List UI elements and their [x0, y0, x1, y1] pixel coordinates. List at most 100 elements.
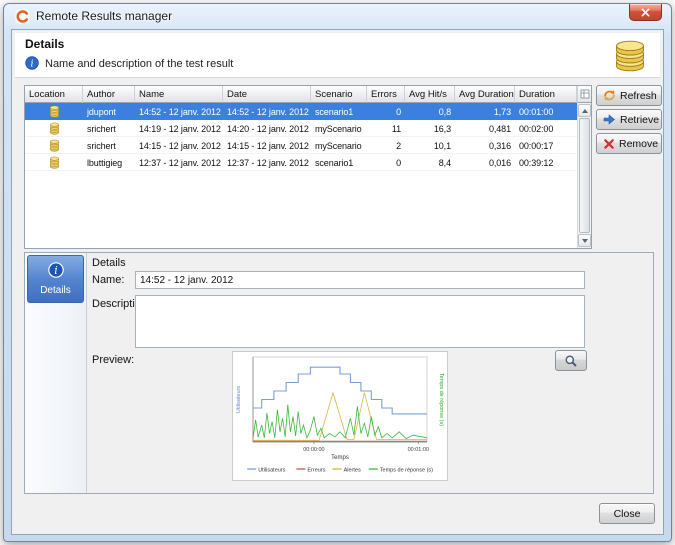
cell-errors[interactable]: 0 [367, 103, 405, 120]
retrieve-icon [603, 113, 616, 126]
cell-scenario[interactable]: myScenario [311, 120, 367, 137]
svg-text:Utilisateurs: Utilisateurs [258, 468, 285, 474]
info-icon: i [48, 262, 64, 283]
magnifier-icon [564, 354, 578, 368]
table-row[interactable]: srichert14:19 - 12 janv. 201214:20 - 12 … [25, 120, 577, 137]
table-body: jdupont14:52 - 12 janv. 201214:52 - 12 j… [25, 103, 577, 248]
cell-name[interactable]: 14:52 - 12 janv. 2012 [135, 103, 223, 120]
dialog-client-area: Details i Name and description of the te… [11, 29, 664, 535]
cell-avg_hits[interactable]: 16,3 [405, 120, 455, 137]
column-header-duration[interactable]: Duration [515, 86, 577, 103]
cell-duration[interactable]: 00:00:17 [515, 137, 577, 154]
tab-details[interactable]: i Details [27, 255, 84, 303]
cell-avg_hits[interactable]: 0,8 [405, 103, 455, 120]
retrieve-button[interactable]: Retrieve [596, 109, 662, 130]
info-icon: i [25, 56, 39, 70]
close-button[interactable]: Close [599, 503, 655, 524]
header-subtitle: Name and description of the test result [45, 58, 233, 70]
close-icon [641, 8, 650, 17]
cell-name[interactable]: 12:37 - 12 janv. 2012 [135, 154, 223, 171]
remove-button[interactable]: Remove [596, 133, 662, 154]
refresh-button-label: Refresh [620, 90, 657, 102]
cell-duration[interactable]: 00:02:00 [515, 120, 577, 137]
header-panel: Details i Name and description of the te… [15, 33, 660, 78]
cell-errors[interactable]: 0 [367, 154, 405, 171]
cell-duration[interactable]: 00:01:00 [515, 103, 577, 120]
column-header-scenario[interactable]: Scenario [311, 86, 367, 103]
svg-text:00:01:00: 00:01:00 [408, 447, 429, 453]
close-button-label: Close [614, 508, 641, 520]
remove-icon [603, 138, 615, 150]
table-settings-button[interactable] [577, 86, 591, 103]
details-panel: i Details Details Name: Description: Pre… [24, 252, 654, 494]
window-close-button[interactable] [629, 4, 662, 21]
cell-avg_duration[interactable]: 1,73 [455, 103, 515, 120]
table-row[interactable]: jdupont14:52 - 12 janv. 201214:52 - 12 j… [25, 103, 577, 120]
cell-duration[interactable]: 00:39:12 [515, 154, 577, 171]
svg-text:Alertes: Alertes [344, 468, 361, 474]
column-header-errors[interactable]: Errors [367, 86, 405, 103]
name-field[interactable] [135, 271, 585, 289]
cell-location[interactable] [25, 120, 83, 137]
window-title: Remote Results manager [36, 9, 172, 23]
db-icon [48, 156, 61, 169]
cell-name[interactable]: 14:19 - 12 janv. 2012 [135, 120, 223, 137]
cell-errors[interactable]: 2 [367, 137, 405, 154]
cell-avg_hits[interactable]: 8,4 [405, 154, 455, 171]
refresh-button[interactable]: Refresh [596, 85, 662, 106]
results-table: LocationAuthorNameDateScenarioErrorsAvg … [24, 85, 592, 249]
column-header-name[interactable]: Name [135, 86, 223, 103]
column-header-location[interactable]: Location [25, 86, 83, 103]
column-header-date[interactable]: Date [223, 86, 311, 103]
name-label: Name: [92, 274, 124, 286]
cell-date[interactable]: 14:20 - 12 janv. 2012 [223, 120, 311, 137]
scroll-up-arrow-icon[interactable] [578, 104, 591, 117]
cell-errors[interactable]: 11 [367, 120, 405, 137]
scroll-down-arrow-icon[interactable] [578, 234, 591, 247]
cell-author[interactable]: srichert [83, 120, 135, 137]
vertical-scrollbar[interactable] [577, 103, 591, 248]
table-row[interactable]: lbuttigieg12:37 - 12 janv. 201212:37 - 1… [25, 154, 577, 171]
cell-date[interactable]: 14:15 - 12 janv. 2012 [223, 137, 311, 154]
cell-author[interactable]: jdupont [83, 103, 135, 120]
svg-text:i: i [30, 59, 33, 70]
database-icon [612, 39, 648, 73]
cell-location[interactable] [25, 154, 83, 171]
cell-scenario[interactable]: scenario1 [311, 103, 367, 120]
zoom-preview-button[interactable] [555, 350, 587, 371]
svg-text:Erreurs: Erreurs [307, 468, 325, 474]
cell-date[interactable]: 12:37 - 12 janv. 2012 [223, 154, 311, 171]
svg-text:i: i [54, 264, 57, 277]
table-row[interactable]: srichert14:15 - 12 janv. 201214:15 - 12 … [25, 137, 577, 154]
scrollbar-thumb[interactable] [579, 118, 590, 233]
titlebar[interactable]: Remote Results manager [4, 4, 671, 29]
details-form: Details Name: Description: Preview: 00:0… [87, 253, 653, 493]
cell-location[interactable] [25, 137, 83, 154]
cell-avg_hits[interactable]: 10,1 [405, 137, 455, 154]
description-field[interactable] [135, 295, 585, 348]
preview-chart-thumbnail[interactable]: 00:00:0000:01:00TempsUtilisateursTemps d… [232, 351, 448, 481]
db-icon [48, 122, 61, 135]
preview-label: Preview: [92, 354, 134, 366]
cell-scenario[interactable]: myScenario [311, 137, 367, 154]
cell-author[interactable]: srichert [83, 137, 135, 154]
cell-name[interactable]: 14:15 - 12 janv. 2012 [135, 137, 223, 154]
column-header-author[interactable]: Author [83, 86, 135, 103]
tab-details-label: Details [40, 285, 71, 296]
section-title: Details [92, 257, 126, 269]
app-icon [15, 9, 30, 24]
cell-avg_duration[interactable]: 0,481 [455, 120, 515, 137]
cell-date[interactable]: 14:52 - 12 janv. 2012 [223, 103, 311, 120]
page-title: Details [25, 37, 64, 51]
cell-author[interactable]: lbuttigieg [83, 154, 135, 171]
refresh-icon [603, 89, 616, 102]
remote-results-manager-window: Remote Results manager Details i Name an… [3, 3, 672, 542]
column-header-avg-hit-s[interactable]: Avg Hit/s [405, 86, 455, 103]
cell-avg_duration[interactable]: 0,016 [455, 154, 515, 171]
svg-text:00:00:00: 00:00:00 [303, 447, 324, 453]
cell-avg_duration[interactable]: 0,316 [455, 137, 515, 154]
cell-location[interactable] [25, 103, 83, 120]
column-header-avg-duration[interactable]: Avg Duration [455, 86, 515, 103]
cell-scenario[interactable]: scenario1 [311, 154, 367, 171]
vertical-tab-strip: i Details [25, 253, 87, 493]
